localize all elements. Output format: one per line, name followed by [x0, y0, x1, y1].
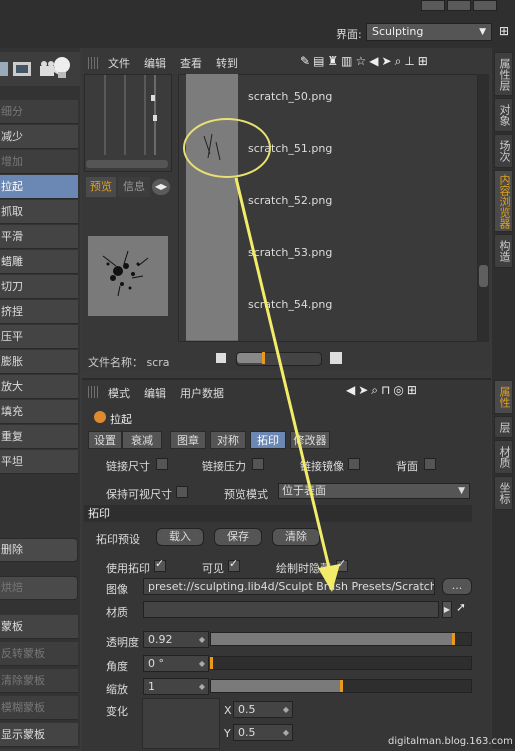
annotation-arrow	[234, 177, 340, 592]
